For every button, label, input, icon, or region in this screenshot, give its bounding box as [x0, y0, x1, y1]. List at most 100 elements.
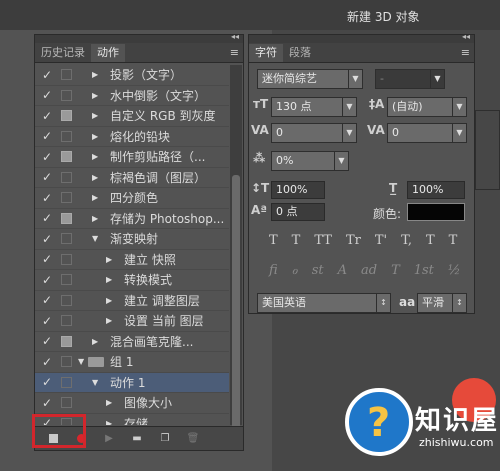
color-swatch[interactable]: [407, 203, 465, 221]
opentype-button[interactable]: fi: [269, 263, 278, 278]
panel-menu-icon[interactable]: ≡: [461, 46, 470, 59]
toggle-checkmark-icon[interactable]: ✓: [39, 252, 55, 266]
scrollbar[interactable]: [230, 65, 242, 431]
toggle-checkmark-icon[interactable]: ✓: [39, 293, 55, 307]
action-row[interactable]: ✓ ▶ 棕褐色调（图层）: [35, 168, 229, 188]
dialog-toggle-icon[interactable]: [61, 171, 72, 183]
font-size-select[interactable]: 130 点 ▼: [271, 97, 357, 117]
type-style-button[interactable]: TT: [314, 233, 332, 248]
expand-right-icon[interactable]: ▶: [92, 111, 102, 120]
action-row[interactable]: ✓ ▶ 混合画笔克隆...: [35, 332, 229, 352]
leading-select[interactable]: (自动) ▼: [387, 97, 467, 117]
toggle-checkmark-icon[interactable]: ✓: [39, 273, 55, 287]
opentype-button[interactable]: ad: [361, 263, 377, 278]
action-row[interactable]: ✓ ▶ 自定义 RGB 到灰度: [35, 106, 229, 127]
action-row[interactable]: ✓ ▶ 制作剪贴路径（...: [35, 147, 229, 168]
horizontal-scale-field[interactable]: 100%: [407, 181, 465, 199]
collapse-icon[interactable]: ◂◂: [462, 32, 470, 41]
dialog-toggle-icon[interactable]: [61, 274, 72, 286]
action-step-row[interactable]: ✓ ▶ 图像大小: [35, 393, 229, 414]
opentype-button[interactable]: T: [391, 263, 400, 278]
action-row[interactable]: ✓ ▼ 动作 1: [35, 372, 229, 393]
tab-character[interactable]: 字符: [249, 44, 283, 62]
expand-right-icon[interactable]: ▶: [92, 337, 102, 346]
font-family-select[interactable]: 迷你简综艺 ▼: [257, 69, 363, 89]
font-style-select[interactable]: - ▼: [375, 69, 445, 89]
toggle-checkmark-icon[interactable]: ✓: [39, 355, 55, 369]
tab-history[interactable]: 历史记录: [35, 44, 91, 62]
panel-menu-icon[interactable]: ≡: [230, 46, 239, 59]
new-set-button[interactable]: ▬: [127, 431, 147, 447]
delete-button[interactable]: 🗑: [183, 431, 203, 447]
dialog-toggle-icon[interactable]: [61, 397, 72, 409]
action-row[interactable]: ✓ ▶ 水中倒影（文字）: [35, 86, 229, 106]
baseline-shift-field[interactable]: 0 点: [271, 203, 325, 221]
action-row[interactable]: ✓ ▶ 存储为 Photoshop...: [35, 209, 229, 229]
expand-right-icon[interactable]: ▶: [106, 316, 116, 325]
toggle-checkmark-icon[interactable]: ✓: [39, 88, 55, 102]
action-row[interactable]: ✓ ▶ 熔化的铅块: [35, 127, 229, 147]
expand-down-icon[interactable]: ▼: [78, 357, 88, 366]
expand-right-icon[interactable]: ▶: [92, 193, 102, 202]
type-style-button[interactable]: T': [375, 233, 387, 248]
tab-paragraph[interactable]: 段落: [283, 44, 317, 62]
toggle-checkmark-icon[interactable]: ✓: [39, 129, 55, 143]
action-row[interactable]: ✓ ▼ 渐变映射: [35, 229, 229, 250]
expand-right-icon[interactable]: ▶: [106, 419, 116, 425]
dialog-toggle-icon[interactable]: [61, 212, 72, 224]
dialog-toggle-icon[interactable]: [61, 233, 72, 245]
dialog-toggle-icon[interactable]: [61, 89, 72, 101]
play-button[interactable]: ▶: [99, 431, 119, 447]
toggle-checkmark-icon[interactable]: ✓: [39, 375, 55, 389]
expand-right-icon[interactable]: ▶: [106, 398, 116, 407]
dialog-toggle-icon[interactable]: [61, 356, 72, 368]
type-style-button[interactable]: T: [269, 233, 278, 248]
scrollbar-thumb[interactable]: [232, 175, 240, 431]
dialog-toggle-icon[interactable]: [61, 192, 72, 204]
kerning-select[interactable]: 0 ▼: [271, 123, 357, 143]
tracking-select[interactable]: 0 ▼: [387, 123, 467, 143]
action-row[interactable]: ✓ ▶ 投影（文字）: [35, 65, 229, 86]
expand-down-icon[interactable]: ▼: [92, 234, 102, 243]
toggle-checkmark-icon[interactable]: ✓: [39, 191, 55, 205]
expand-right-icon[interactable]: ▶: [92, 152, 102, 161]
action-set-row[interactable]: ✓ ▼ 组 1: [35, 352, 229, 373]
language-select[interactable]: 美国英语 ↕: [257, 293, 391, 313]
opentype-button[interactable]: st: [312, 263, 324, 278]
type-style-button[interactable]: T,: [401, 233, 412, 248]
toggle-checkmark-icon[interactable]: ✓: [39, 396, 55, 410]
opentype-button[interactable]: 1st: [414, 263, 434, 278]
opentype-button[interactable]: ℴ: [292, 263, 298, 278]
action-row[interactable]: ✓ ▶ 四分颜色: [35, 188, 229, 209]
action-step-row[interactable]: ✓ ▶ 建立 快照: [35, 250, 229, 270]
expand-right-icon[interactable]: ▶: [106, 255, 116, 264]
dialog-toggle-icon[interactable]: [61, 130, 72, 142]
opentype-button[interactable]: ½: [448, 263, 461, 278]
dialog-toggle-icon[interactable]: [61, 151, 72, 163]
toggle-checkmark-icon[interactable]: ✓: [39, 68, 55, 82]
type-style-button[interactable]: T: [449, 233, 458, 248]
dialog-toggle-icon[interactable]: [61, 253, 72, 265]
dialog-toggle-icon[interactable]: [61, 110, 72, 122]
toggle-checkmark-icon[interactable]: ✓: [39, 232, 55, 246]
toggle-checkmark-icon[interactable]: ✓: [39, 150, 55, 164]
toggle-checkmark-icon[interactable]: ✓: [39, 211, 55, 225]
dialog-toggle-icon[interactable]: [61, 294, 72, 306]
vertical-scale-field[interactable]: 100%: [271, 181, 325, 199]
dialog-toggle-icon[interactable]: [61, 376, 72, 388]
expand-right-icon[interactable]: ▶: [92, 91, 102, 100]
action-step-row[interactable]: ✓ ▶ 设置 当前 图层: [35, 311, 229, 332]
expand-right-icon[interactable]: ▶: [106, 296, 116, 305]
toggle-checkmark-icon[interactable]: ✓: [39, 170, 55, 184]
dialog-toggle-icon[interactable]: [61, 315, 72, 327]
tsume-select[interactable]: 0% ▼: [271, 151, 349, 171]
action-step-row[interactable]: ✓ ▶ 建立 调整图层: [35, 291, 229, 311]
anti-alias-select[interactable]: 平滑 ↕: [417, 293, 467, 313]
opentype-button[interactable]: A: [338, 263, 347, 278]
toggle-checkmark-icon[interactable]: ✓: [39, 314, 55, 328]
expand-right-icon[interactable]: ▶: [92, 132, 102, 141]
type-style-button[interactable]: T: [292, 233, 301, 248]
expand-right-icon[interactable]: ▶: [92, 173, 102, 182]
new-action-button[interactable]: ❐: [155, 431, 175, 447]
toggle-checkmark-icon[interactable]: ✓: [39, 109, 55, 123]
